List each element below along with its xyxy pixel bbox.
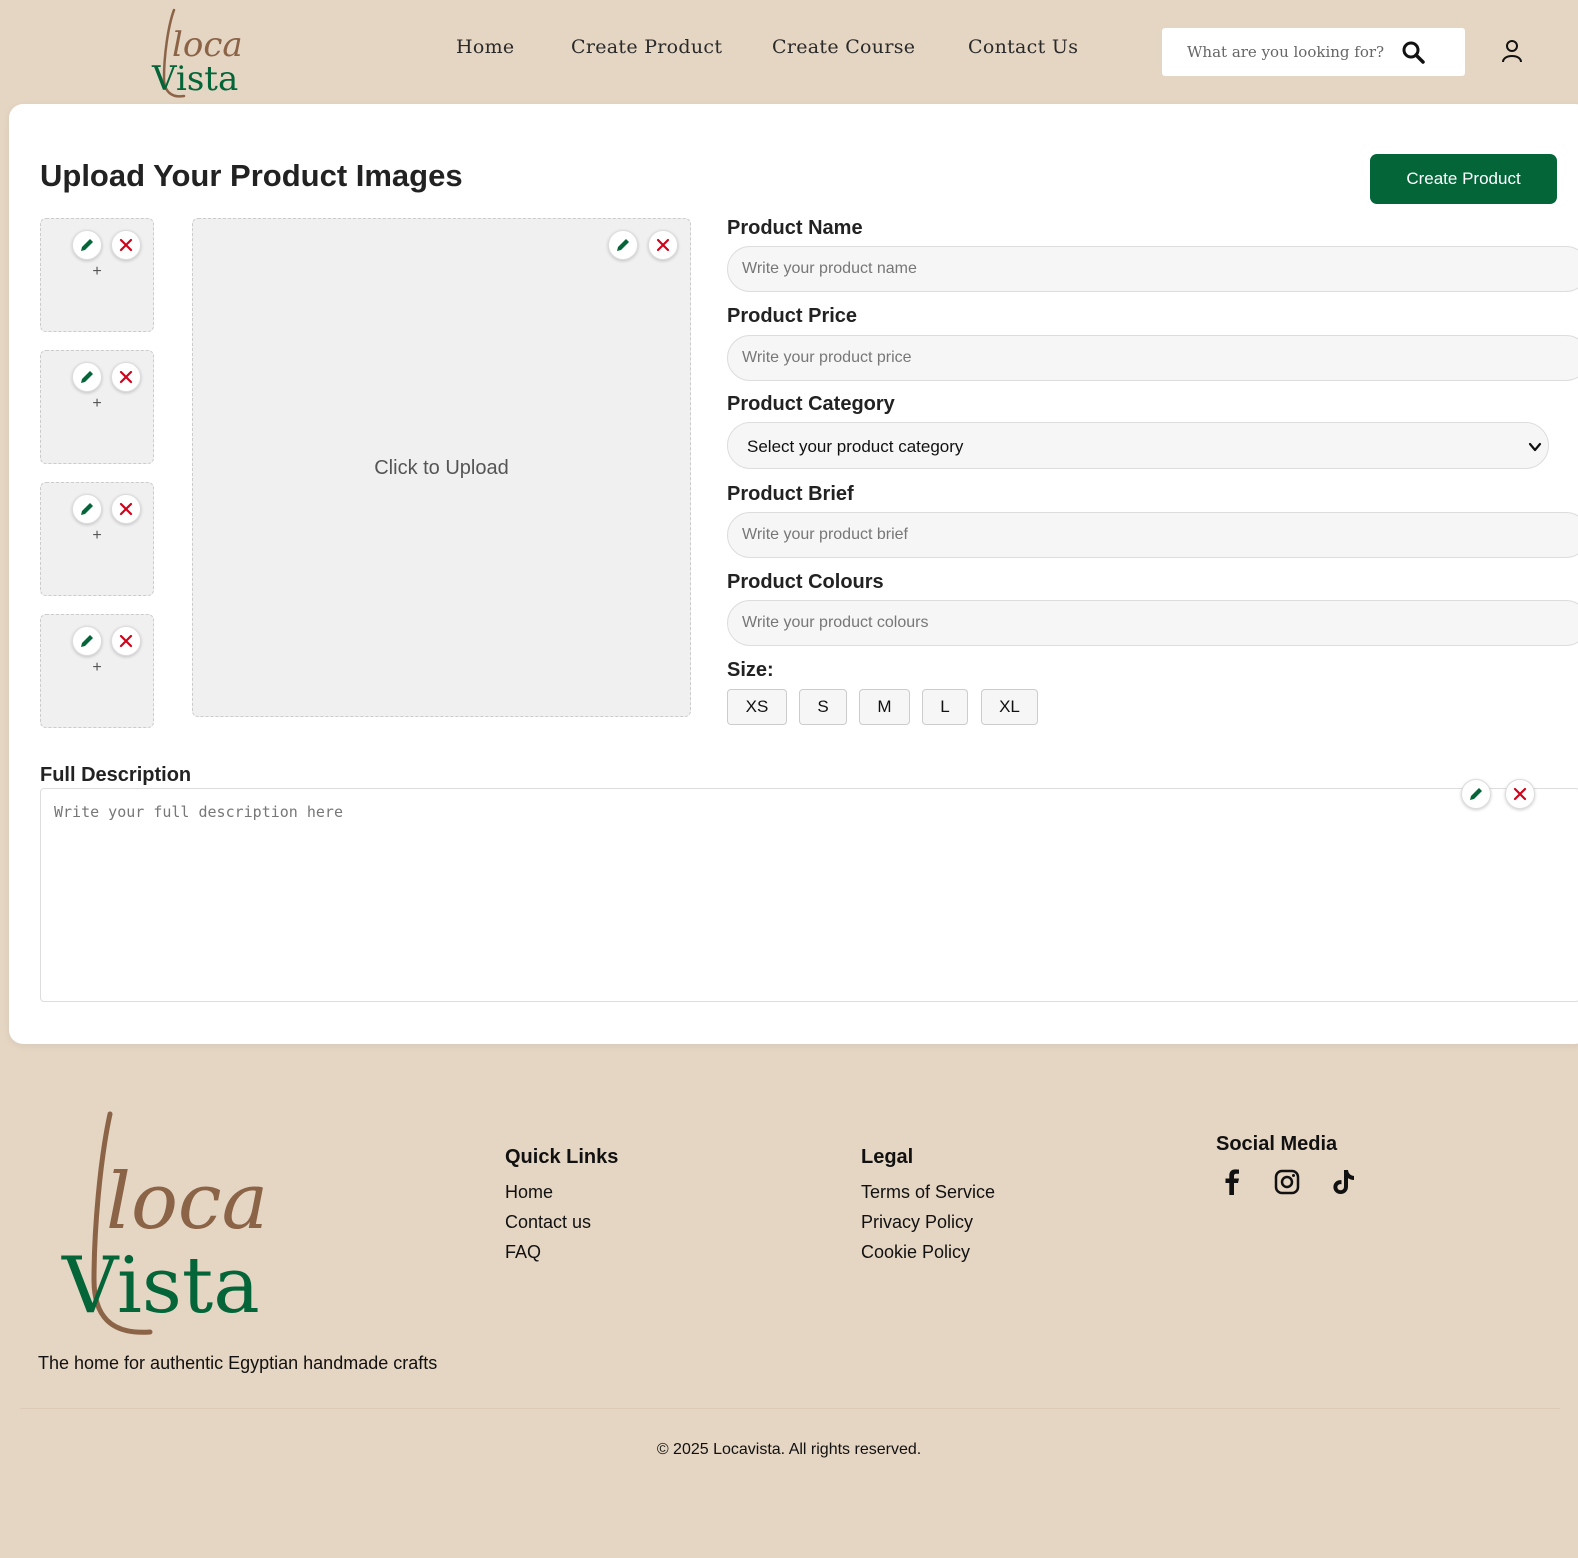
quick-links-title: Quick Links xyxy=(505,1146,619,1168)
size-label: Size: xyxy=(727,659,774,681)
create-product-button[interactable]: Create Product xyxy=(1370,154,1557,204)
size-option-xl[interactable]: XL xyxy=(981,689,1038,725)
create-product-card: Upload Your Product Images Create Produc… xyxy=(9,104,1578,1044)
product-brief-input[interactable] xyxy=(727,512,1578,558)
full-description-textarea[interactable] xyxy=(40,788,1578,1002)
add-image-plus: + xyxy=(92,659,102,676)
product-colours-input[interactable] xyxy=(727,600,1578,646)
edit-image-button[interactable] xyxy=(608,230,638,260)
footer-link-home[interactable]: Home xyxy=(505,1182,553,1203)
close-icon xyxy=(119,502,133,516)
nav-create-course[interactable]: Create Course xyxy=(772,36,915,58)
product-name-label: Product Name xyxy=(727,217,863,239)
page-title: Upload Your Product Images xyxy=(40,158,463,193)
pencil-icon xyxy=(81,371,93,383)
product-brief-label: Product Brief xyxy=(727,483,854,505)
remove-image-button[interactable] xyxy=(111,362,141,392)
footer-divider xyxy=(20,1408,1560,1409)
footer-link-terms[interactable]: Terms of Service xyxy=(861,1182,995,1203)
add-image-plus: + xyxy=(92,395,102,412)
search-box xyxy=(1162,28,1465,76)
svg-text:Vista: Vista xyxy=(61,1241,260,1331)
edit-image-button[interactable] xyxy=(72,494,102,524)
thumbnail-slot[interactable]: + xyxy=(40,350,154,464)
tiktok-icon[interactable] xyxy=(1329,1168,1357,1196)
pencil-icon xyxy=(617,239,629,251)
search-icon[interactable] xyxy=(1401,40,1425,64)
search-input[interactable] xyxy=(1162,28,1412,76)
facebook-icon[interactable] xyxy=(1218,1168,1246,1196)
edit-image-button[interactable] xyxy=(72,230,102,260)
pencil-icon xyxy=(1470,788,1482,800)
footer-link-faq[interactable]: FAQ xyxy=(505,1242,541,1263)
product-colours-label: Product Colours xyxy=(727,571,884,593)
nav-create-product[interactable]: Create Product xyxy=(571,36,722,58)
thumbnail-slot[interactable]: + xyxy=(40,614,154,728)
social-media-title: Social Media xyxy=(1216,1133,1338,1155)
pencil-icon xyxy=(81,239,93,251)
pencil-icon xyxy=(81,635,93,647)
close-icon xyxy=(656,238,670,252)
product-category-select[interactable]: Select your product category xyxy=(727,422,1549,469)
size-option-m[interactable]: M xyxy=(859,689,910,725)
site-header: loca Vista Home Create Product Create Co… xyxy=(0,0,1578,103)
remove-image-button[interactable] xyxy=(111,494,141,524)
svg-text:loca: loca xyxy=(106,1157,268,1247)
remove-image-button[interactable] xyxy=(648,230,678,260)
pencil-icon xyxy=(81,503,93,515)
footer-link-cookie[interactable]: Cookie Policy xyxy=(861,1242,970,1263)
size-option-xs[interactable]: XS xyxy=(727,689,787,725)
product-price-input[interactable] xyxy=(727,335,1578,381)
size-option-l[interactable]: L xyxy=(922,689,968,725)
thumbnail-slot[interactable]: + xyxy=(40,482,154,596)
main-image-upload[interactable]: Click to Upload xyxy=(192,218,691,717)
legal-title: Legal xyxy=(861,1146,914,1168)
instagram-icon[interactable] xyxy=(1273,1168,1301,1196)
footer-link-contact[interactable]: Contact us xyxy=(505,1212,591,1233)
footer-logo[interactable]: loca Vista xyxy=(60,1110,290,1342)
product-category-label: Product Category xyxy=(727,393,895,415)
nav-home[interactable]: Home xyxy=(456,36,514,58)
size-option-s[interactable]: S xyxy=(799,689,847,725)
close-icon xyxy=(1513,787,1527,801)
user-icon[interactable] xyxy=(1499,38,1525,64)
add-image-plus: + xyxy=(92,527,102,544)
footer-link-privacy[interactable]: Privacy Policy xyxy=(861,1212,973,1233)
close-icon xyxy=(119,370,133,384)
close-icon xyxy=(119,238,133,252)
edit-description-button[interactable] xyxy=(1461,779,1491,809)
copyright: © 2025 Locavista. All rights reserved. xyxy=(656,1441,922,1458)
add-image-plus: + xyxy=(92,263,102,280)
product-name-input[interactable] xyxy=(727,246,1578,292)
remove-image-button[interactable] xyxy=(111,626,141,656)
remove-image-button[interactable] xyxy=(111,230,141,260)
close-icon xyxy=(119,634,133,648)
edit-image-button[interactable] xyxy=(72,362,102,392)
product-category-value: Select your product category xyxy=(747,437,964,456)
full-description-label: Full Description xyxy=(40,764,192,786)
edit-image-button[interactable] xyxy=(72,626,102,656)
chevron-down-icon xyxy=(1528,442,1542,452)
product-price-label: Product Price xyxy=(727,305,858,327)
click-to-upload-label: Click to Upload xyxy=(374,457,509,479)
thumbnail-slot[interactable]: + xyxy=(40,218,154,332)
footer-tagline: The home for authentic Egyptian handmade… xyxy=(38,1353,438,1373)
nav-contact-us[interactable]: Contact Us xyxy=(968,36,1078,58)
clear-description-button[interactable] xyxy=(1505,779,1535,809)
